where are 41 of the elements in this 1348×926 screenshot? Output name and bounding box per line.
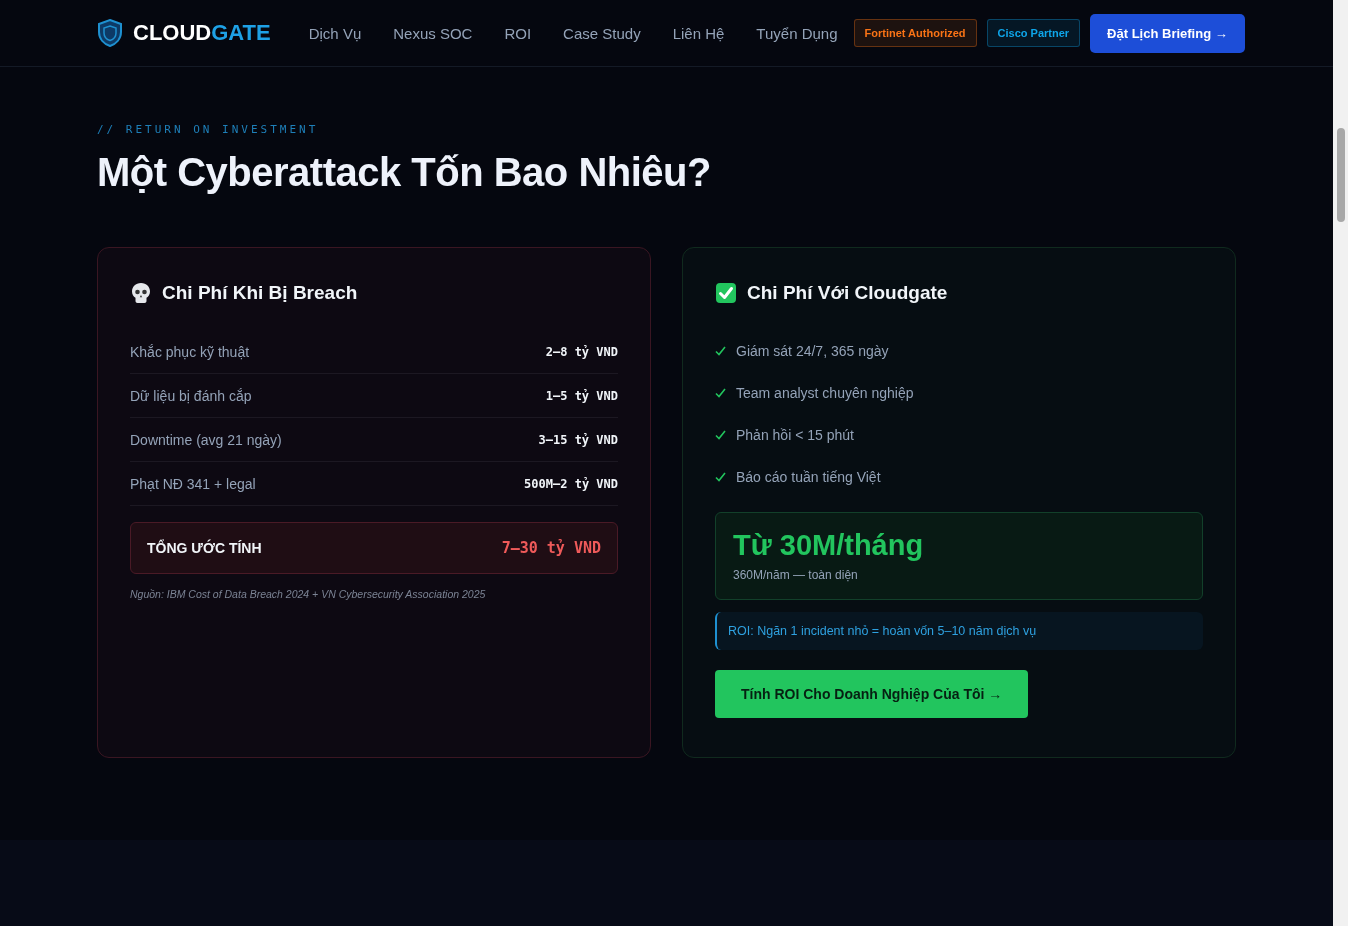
section-title: Một Cyberattack Tốn Bao Nhiêu? [97, 150, 712, 195]
card-title: Chi Phí Với Cloudgate [747, 282, 948, 304]
skull-icon [130, 282, 152, 304]
check-icon [715, 430, 726, 440]
total-value: 7–30 tỷ VND [501, 539, 601, 557]
check-icon [715, 346, 726, 356]
partner-badge: Fortinet Authorized [853, 19, 977, 47]
section-eyebrow: // RETURN ON INVESTMENT [97, 123, 320, 136]
cost-value: 2–8 tỷ VND [545, 344, 618, 359]
check-icon [715, 388, 726, 398]
nav-link[interactable]: ROI [488, 24, 548, 42]
checkbox-icon [715, 282, 737, 304]
feature-text: Phản hồi < 15 phút [736, 427, 854, 443]
feature-text: Team analyst chuyên nghiệp [736, 385, 914, 401]
shield-icon [97, 19, 123, 47]
briefing-button[interactable]: Đặt Lịch Briefing → [1090, 13, 1245, 53]
cost-value: 500M–2 tỷ VND [524, 476, 618, 491]
nav-link[interactable]: Liên Hệ [656, 24, 741, 42]
cost-label: Dữ liệu bị đánh cắp [130, 387, 252, 404]
nav-link[interactable]: Dịch Vụ [292, 24, 378, 42]
logo-text[interactable]: CLOUDGATE [133, 20, 271, 46]
card-title: Chi Phí Khi Bị Breach [162, 282, 358, 304]
cost-value: 3–15 tỷ VND [538, 432, 618, 447]
roi-note: ROI: Ngăn 1 incident nhỏ = hoàn vốn 5–10 năm dịch vụ [715, 612, 1203, 650]
feature-text: Giám sát 24/7, 365 ngày [736, 343, 889, 359]
scrollbar[interactable] [1333, 0, 1348, 926]
cost-label: Phạt NĐ 341 + legal [130, 475, 256, 492]
check-icon [715, 472, 726, 482]
cost-value: 1–5 tỷ VND [545, 388, 618, 403]
partner-badge: Cisco Partner [986, 19, 1081, 47]
total-label: TỔNG ƯỚC TÍNH [147, 540, 262, 556]
price-headline: Từ 30M/tháng [733, 529, 925, 562]
source-note: Nguồn: IBM Cost of Data Breach 2024 + VN Cybersecurity Association 2025 [130, 588, 487, 600]
nav-link[interactable]: Nexus SOC [377, 24, 489, 42]
cost-label: Khắc phục kỹ thuật [130, 343, 250, 360]
nav-link[interactable]: Case Study [547, 24, 657, 42]
price-subtext: 360M/năm — toàn diện [733, 568, 859, 582]
nav-link[interactable]: Tuyển Dụng [740, 24, 854, 42]
feature-text: Báo cáo tuần tiếng Việt [736, 469, 881, 485]
roi-button[interactable]: Tính ROI Cho Doanh Nghiệp Của Tôi → [715, 670, 1029, 718]
cost-label: Downtime (avg 21 ngày) [130, 431, 282, 448]
